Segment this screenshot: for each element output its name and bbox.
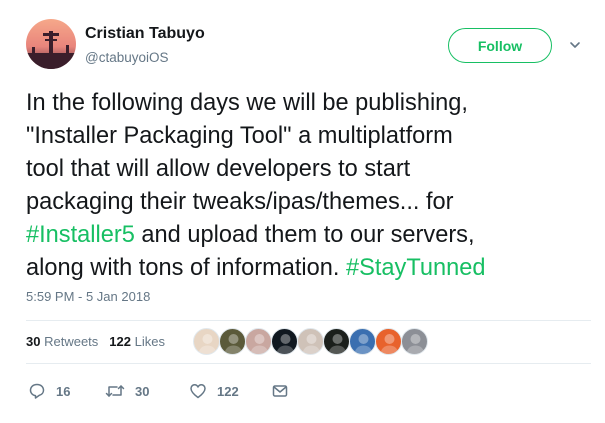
display-name[interactable]: Cristian Tabuyo <box>85 25 205 43</box>
heart-icon <box>190 384 206 399</box>
divider <box>26 320 591 321</box>
liker-avatar[interactable] <box>375 328 402 355</box>
tweet-text-line: tool that will allow developers to start <box>26 153 591 186</box>
liker-avatar[interactable] <box>323 328 350 355</box>
tweet-text-segment: packaging their tweaks/ipas/themes... fo… <box>26 189 454 215</box>
tweet-text: In the following days we will be publish… <box>26 87 591 285</box>
follow-button[interactable]: Follow <box>448 28 552 63</box>
liker-avatar[interactable] <box>245 328 272 355</box>
liker-avatar[interactable] <box>219 328 246 355</box>
envelope-icon <box>272 385 288 397</box>
liker-avatar[interactable] <box>271 328 298 355</box>
more-options-caret-icon[interactable] <box>569 38 581 56</box>
tweet-timestamp[interactable]: 5:59 PM - 5 Jan 2018 <box>26 289 150 304</box>
hashtag-link[interactable]: #StayTunned <box>346 255 485 281</box>
retweets-stat[interactable]: 30 Retweets <box>26 334 98 349</box>
retweet-icon <box>105 385 125 397</box>
avatar[interactable] <box>26 19 76 69</box>
divider <box>26 363 591 364</box>
hashtag-link[interactable]: #Installer5 <box>26 222 135 248</box>
liker-avatar[interactable] <box>297 328 324 355</box>
tweet-text-line: In the following days we will be publish… <box>26 87 591 120</box>
likes-count: 122 <box>109 334 131 349</box>
reply-count: 16 <box>56 383 71 399</box>
tweet-text-segment: along with tons of information. <box>26 255 347 281</box>
tweet-stats: 30 Retweets 122 Likes <box>26 334 165 349</box>
like-action[interactable]: 122 <box>189 381 239 401</box>
liker-avatar[interactable] <box>349 328 376 355</box>
tweet-text-line: packaging their tweaks/ipas/themes... fo… <box>26 186 591 219</box>
tweet-text-segment: and upload them to our servers, <box>134 222 475 248</box>
tweet-text-segment: "Installer Packaging Tool" a multiplatfo… <box>26 123 453 149</box>
user-handle[interactable]: @ctabuyoiOS <box>85 50 169 65</box>
tweet-text-segment: tool that will allow developers to start <box>26 156 411 182</box>
tweet-text-line: along with tons of information. #StayTun… <box>26 252 591 285</box>
liker-avatar[interactable] <box>401 328 428 355</box>
reply-action[interactable]: 16 <box>28 381 70 401</box>
likes-stat[interactable]: 122 Likes <box>109 334 165 349</box>
reply-icon <box>29 383 45 399</box>
retweets-count: 30 <box>26 334 41 349</box>
direct-message-action[interactable] <box>271 381 289 401</box>
avatar-image <box>26 19 76 69</box>
likes-label: Likes <box>134 334 165 349</box>
tweet-text-line: #Installer5 and upload them to our serve… <box>26 219 591 252</box>
tweet-text-line: "Installer Packaging Tool" a multiplatfo… <box>26 120 591 153</box>
retweet-action[interactable]: 30 <box>105 381 149 401</box>
liker-avatar[interactable] <box>193 328 220 355</box>
retweet-count: 30 <box>135 383 150 399</box>
like-count: 122 <box>217 383 239 399</box>
retweets-label: Retweets <box>44 334 99 349</box>
tweet-text-segment: In the following days we will be publish… <box>26 90 468 116</box>
